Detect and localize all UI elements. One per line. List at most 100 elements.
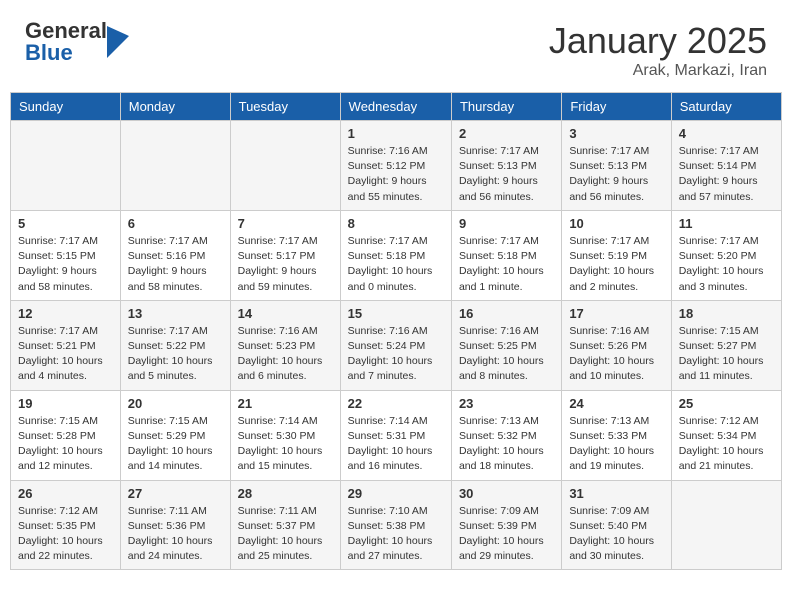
calendar-week-row: 26 Sunrise: 7:12 AM Sunset: 5:35 PM Dayli…	[11, 480, 782, 570]
day-info: Sunrise: 7:17 AM Sunset: 5:18 PM Dayligh…	[348, 234, 444, 295]
day-number: 18	[679, 306, 774, 321]
day-number: 24	[569, 396, 663, 411]
day-info: Sunrise: 7:15 AM Sunset: 5:27 PM Dayligh…	[679, 324, 774, 385]
day-number: 10	[569, 216, 663, 231]
calendar-cell: 16 Sunrise: 7:16 AM Sunset: 5:25 PM Dayli…	[451, 300, 561, 390]
calendar-cell: 24 Sunrise: 7:13 AM Sunset: 5:33 PM Dayli…	[562, 390, 671, 480]
day-info: Sunrise: 7:17 AM Sunset: 5:15 PM Dayligh…	[18, 234, 113, 295]
calendar-cell: 28 Sunrise: 7:11 AM Sunset: 5:37 PM Dayli…	[230, 480, 340, 570]
day-info: Sunrise: 7:11 AM Sunset: 5:37 PM Dayligh…	[238, 504, 333, 565]
calendar-cell: 23 Sunrise: 7:13 AM Sunset: 5:32 PM Dayli…	[451, 390, 561, 480]
weekday-header: Sunday	[11, 93, 121, 121]
location-subtitle: Arak, Markazi, Iran	[549, 62, 767, 80]
calendar-table: SundayMondayTuesdayWednesdayThursdayFrid…	[10, 92, 782, 570]
day-number: 9	[459, 216, 554, 231]
day-number: 17	[569, 306, 663, 321]
calendar-cell: 20 Sunrise: 7:15 AM Sunset: 5:29 PM Dayli…	[120, 390, 230, 480]
day-number: 14	[238, 306, 333, 321]
calendar-cell: 29 Sunrise: 7:10 AM Sunset: 5:38 PM Dayli…	[340, 480, 451, 570]
day-info: Sunrise: 7:17 AM Sunset: 5:19 PM Dayligh…	[569, 234, 663, 295]
title-block: January 2025 Arak, Markazi, Iran	[549, 20, 767, 80]
weekday-header: Tuesday	[230, 93, 340, 121]
calendar-cell: 17 Sunrise: 7:16 AM Sunset: 5:26 PM Dayli…	[562, 300, 671, 390]
logo-icon	[107, 26, 129, 58]
day-number: 23	[459, 396, 554, 411]
day-info: Sunrise: 7:17 AM Sunset: 5:13 PM Dayligh…	[569, 144, 663, 205]
weekday-header: Wednesday	[340, 93, 451, 121]
day-number: 12	[18, 306, 113, 321]
calendar-cell: 7 Sunrise: 7:17 AM Sunset: 5:17 PM Daylig…	[230, 210, 340, 300]
calendar-cell: 21Sunrise: 7:14 AM Sunset: 5:30 PM Dayli…	[230, 390, 340, 480]
day-info: Sunrise: 7:13 AM Sunset: 5:33 PM Dayligh…	[569, 414, 663, 475]
weekday-header: Friday	[562, 93, 671, 121]
day-info: Sunrise: 7:16 AM Sunset: 5:24 PM Dayligh…	[348, 324, 444, 385]
month-title: January 2025	[549, 20, 767, 62]
day-number: 27	[128, 486, 223, 501]
day-info: Sunrise: 7:10 AM Sunset: 5:38 PM Dayligh…	[348, 504, 444, 565]
calendar-cell: 26 Sunrise: 7:12 AM Sunset: 5:35 PM Dayli…	[11, 480, 121, 570]
day-info: Sunrise: 7:14 AM Sunset: 5:31 PM Dayligh…	[348, 414, 444, 475]
day-number: 28	[238, 486, 333, 501]
day-number: 5	[18, 216, 113, 231]
calendar-week-row: 19Sunrise: 7:15 AM Sunset: 5:28 PM Dayli…	[11, 390, 782, 480]
calendar-cell: 22 Sunrise: 7:14 AM Sunset: 5:31 PM Dayli…	[340, 390, 451, 480]
day-info: Sunrise: 7:16 AM Sunset: 5:25 PM Dayligh…	[459, 324, 554, 385]
day-number: 4	[679, 126, 774, 141]
day-info: Sunrise: 7:16 AM Sunset: 5:26 PM Dayligh…	[569, 324, 663, 385]
day-info: Sunrise: 7:17 AM Sunset: 5:20 PM Dayligh…	[679, 234, 774, 295]
day-number: 2	[459, 126, 554, 141]
day-info: Sunrise: 7:17 AM Sunset: 5:22 PM Dayligh…	[128, 324, 223, 385]
calendar-cell: 10 Sunrise: 7:17 AM Sunset: 5:19 PM Dayli…	[562, 210, 671, 300]
day-number: 22	[348, 396, 444, 411]
day-number: 6	[128, 216, 223, 231]
calendar-cell: 31Sunrise: 7:09 AM Sunset: 5:40 PM Dayli…	[562, 480, 671, 570]
day-info: Sunrise: 7:12 AM Sunset: 5:35 PM Dayligh…	[18, 504, 113, 565]
weekday-header: Thursday	[451, 93, 561, 121]
calendar-cell	[120, 121, 230, 211]
calendar-cell	[11, 121, 121, 211]
calendar-cell: 2Sunrise: 7:17 AM Sunset: 5:13 PM Daylig…	[451, 121, 561, 211]
day-number: 16	[459, 306, 554, 321]
calendar-cell: 8Sunrise: 7:17 AM Sunset: 5:18 PM Daylig…	[340, 210, 451, 300]
calendar-cell: 14Sunrise: 7:16 AM Sunset: 5:23 PM Dayli…	[230, 300, 340, 390]
day-number: 7	[238, 216, 333, 231]
calendar-cell: 13 Sunrise: 7:17 AM Sunset: 5:22 PM Dayli…	[120, 300, 230, 390]
calendar-week-row: 1 Sunrise: 7:16 AM Sunset: 5:12 PM Daylig…	[11, 121, 782, 211]
calendar-cell: 30Sunrise: 7:09 AM Sunset: 5:39 PM Dayli…	[451, 480, 561, 570]
day-number: 1	[348, 126, 444, 141]
calendar-cell	[671, 480, 781, 570]
weekday-header: Monday	[120, 93, 230, 121]
day-info: Sunrise: 7:16 AM Sunset: 5:12 PM Dayligh…	[348, 144, 444, 205]
day-info: Sunrise: 7:17 AM Sunset: 5:18 PM Dayligh…	[459, 234, 554, 295]
day-info: Sunrise: 7:13 AM Sunset: 5:32 PM Dayligh…	[459, 414, 554, 475]
day-number: 29	[348, 486, 444, 501]
day-info: Sunrise: 7:15 AM Sunset: 5:28 PM Dayligh…	[18, 414, 113, 475]
day-number: 26	[18, 486, 113, 501]
calendar-cell: 15 Sunrise: 7:16 AM Sunset: 5:24 PM Dayli…	[340, 300, 451, 390]
calendar-week-row: 5 Sunrise: 7:17 AM Sunset: 5:15 PM Daylig…	[11, 210, 782, 300]
calendar-cell: 5 Sunrise: 7:17 AM Sunset: 5:15 PM Daylig…	[11, 210, 121, 300]
day-number: 25	[679, 396, 774, 411]
day-number: 15	[348, 306, 444, 321]
calendar-cell: 19Sunrise: 7:15 AM Sunset: 5:28 PM Dayli…	[11, 390, 121, 480]
day-number: 20	[128, 396, 223, 411]
calendar-cell: 27 Sunrise: 7:11 AM Sunset: 5:36 PM Dayli…	[120, 480, 230, 570]
day-info: Sunrise: 7:17 AM Sunset: 5:17 PM Dayligh…	[238, 234, 333, 295]
day-number: 11	[679, 216, 774, 231]
calendar-cell: 3Sunrise: 7:17 AM Sunset: 5:13 PM Daylig…	[562, 121, 671, 211]
day-info: Sunrise: 7:11 AM Sunset: 5:36 PM Dayligh…	[128, 504, 223, 565]
day-info: Sunrise: 7:12 AM Sunset: 5:34 PM Dayligh…	[679, 414, 774, 475]
day-number: 13	[128, 306, 223, 321]
day-info: Sunrise: 7:09 AM Sunset: 5:40 PM Dayligh…	[569, 504, 663, 565]
day-info: Sunrise: 7:14 AM Sunset: 5:30 PM Dayligh…	[238, 414, 333, 475]
day-info: Sunrise: 7:17 AM Sunset: 5:16 PM Dayligh…	[128, 234, 223, 295]
day-info: Sunrise: 7:17 AM Sunset: 5:21 PM Dayligh…	[18, 324, 113, 385]
calendar-cell: 11 Sunrise: 7:17 AM Sunset: 5:20 PM Dayli…	[671, 210, 781, 300]
day-info: Sunrise: 7:15 AM Sunset: 5:29 PM Dayligh…	[128, 414, 223, 475]
calendar-cell: 1 Sunrise: 7:16 AM Sunset: 5:12 PM Daylig…	[340, 121, 451, 211]
page-header: General Blue January 2025 Arak, Markazi,…	[10, 10, 782, 88]
calendar-week-row: 12 Sunrise: 7:17 AM Sunset: 5:21 PM Dayli…	[11, 300, 782, 390]
calendar-cell	[230, 121, 340, 211]
weekday-header: Saturday	[671, 93, 781, 121]
calendar-cell: 4Sunrise: 7:17 AM Sunset: 5:14 PM Daylig…	[671, 121, 781, 211]
